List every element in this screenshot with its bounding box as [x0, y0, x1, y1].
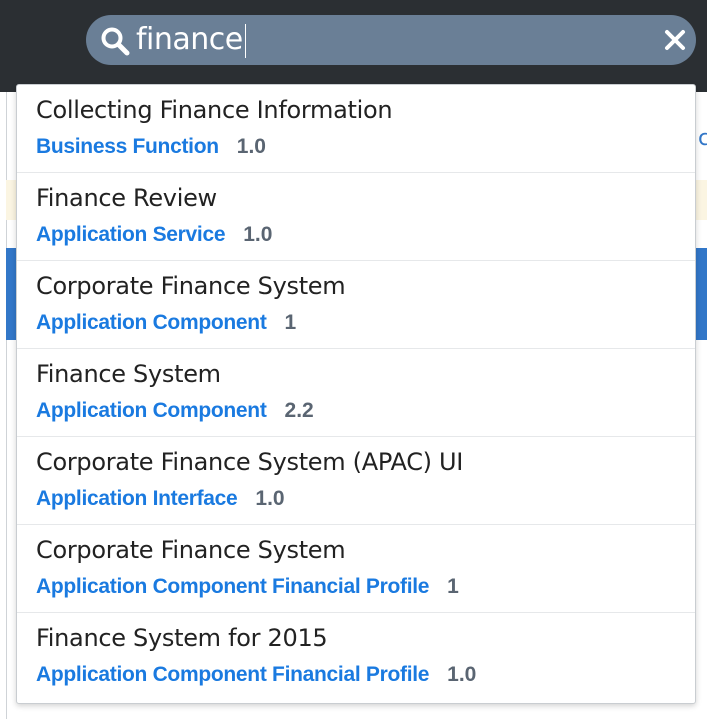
background-selected-row — [696, 248, 707, 340]
result-type-label: Application Service — [36, 223, 226, 246]
clear-icon[interactable] — [662, 27, 688, 53]
search-result-item[interactable]: Finance System for 2015 Application Compo… — [17, 613, 695, 701]
search-result-item[interactable]: Corporate Finance System Application Comp… — [17, 261, 695, 349]
search-query: finance — [136, 22, 243, 57]
search-result-item[interactable]: Finance System Application Component 2.2 — [17, 349, 695, 437]
result-title: Collecting Finance Information — [36, 96, 393, 124]
result-meta: Application Component 2.2 — [36, 398, 314, 426]
result-meta: Application Component Financial Profile 1… — [36, 662, 476, 690]
search-box[interactable]: finance — [86, 15, 696, 65]
search-result-item[interactable]: Finance Review Application Service 1.0 — [17, 173, 695, 261]
result-version-label: 1 — [447, 575, 459, 598]
search-input[interactable]: finance — [136, 21, 246, 59]
result-meta: Application Component 1 — [36, 310, 296, 338]
result-version-label: 1.0 — [236, 135, 266, 158]
background-highlight-strip — [6, 180, 16, 220]
result-version-label: 1.0 — [243, 223, 273, 246]
result-type-label: Business Function — [36, 135, 219, 158]
result-title: Finance System — [36, 360, 221, 388]
result-version-label: 2.2 — [284, 399, 314, 422]
search-result-item[interactable]: Corporate Finance System Application Comp… — [17, 525, 695, 613]
background-selected-row — [6, 248, 16, 340]
result-type-label: Application Component Financial Profile — [36, 663, 430, 686]
result-meta: Application Interface 1.0 — [36, 486, 285, 514]
result-meta: Application Component Financial Profile 1 — [36, 574, 459, 602]
result-type-label: Application Component — [36, 311, 267, 334]
result-version-label: 1.0 — [255, 487, 285, 510]
search-result-item[interactable]: Corporate Finance System (APAC) UI Applic… — [17, 437, 695, 525]
result-meta: Business Function 1.0 — [36, 134, 266, 162]
result-title: Corporate Finance System (APAC) UI — [36, 448, 464, 476]
result-type-label: Application Interface — [36, 487, 238, 510]
text-caret — [244, 23, 246, 58]
result-version-label: 1.0 — [447, 663, 477, 686]
search-icon — [101, 27, 130, 56]
search-results-dropdown: Collecting Finance Information Business F… — [16, 84, 696, 704]
result-title: Finance Review — [36, 184, 217, 212]
result-title: Corporate Finance System — [36, 272, 346, 300]
result-type-label: Application Component — [36, 399, 267, 422]
search-result-item[interactable]: Collecting Finance Information Business F… — [17, 85, 695, 173]
result-title: Corporate Finance System — [36, 536, 346, 564]
result-meta: Application Service 1.0 — [36, 222, 272, 250]
result-title: Finance System for 2015 — [36, 624, 328, 652]
result-version-label: 1 — [284, 311, 297, 334]
top-bar: finance — [0, 0, 707, 92]
background-partial-text: c — [698, 126, 707, 151]
result-type-label: Application Component Financial Profile — [36, 575, 430, 598]
background-highlight-strip — [696, 180, 707, 220]
